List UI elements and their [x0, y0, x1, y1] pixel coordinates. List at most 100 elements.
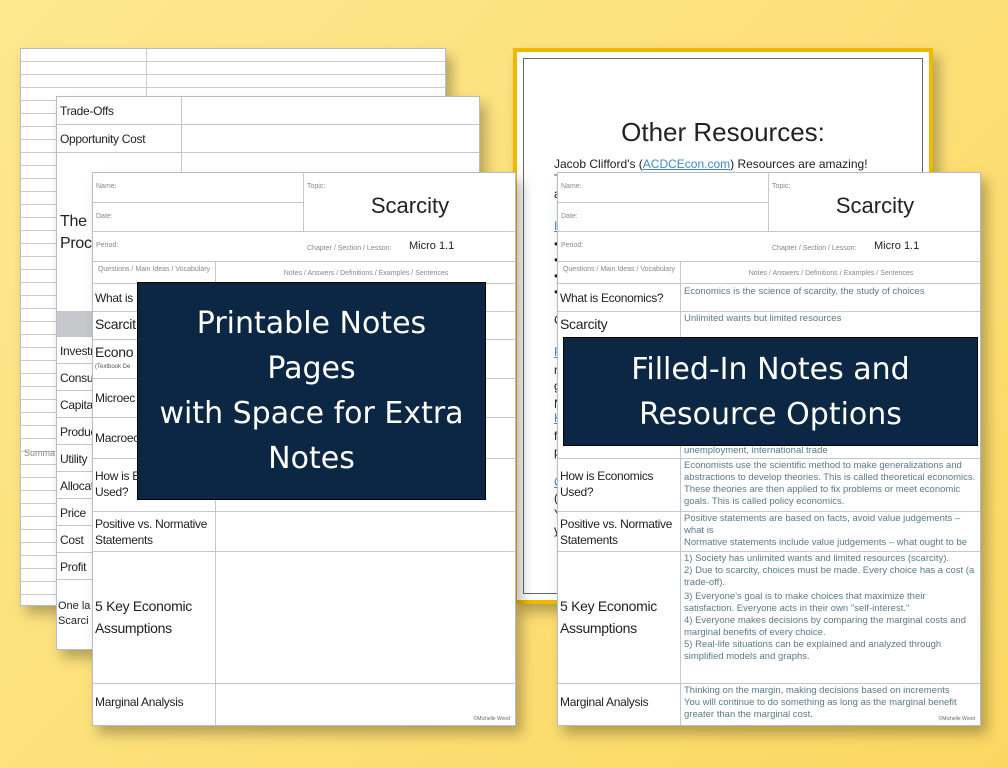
copyright: ©Michelle Wood: [473, 716, 510, 722]
row-rule: [558, 283, 980, 284]
question-label: Scarcity: [560, 316, 608, 332]
row-rule: [93, 683, 515, 684]
answer-text: 5) Real-life situations can be explained…: [684, 639, 942, 662]
callout-line: Notes: [268, 441, 355, 476]
list-label: Produc: [60, 425, 97, 439]
callout-line: with Space for Extra: [159, 396, 464, 431]
header-rule: [558, 231, 980, 232]
notes-header: Name: Date: Period: Topic: Scarcity Chap…: [93, 173, 515, 262]
row-label: Trade-Offs: [60, 104, 114, 118]
question-note: (Textbook De: [95, 364, 131, 370]
answer-text: Economists use the scientific method to …: [684, 460, 976, 507]
questions-column-header: Questions / Main Ideas / Vocabulary: [97, 266, 211, 273]
name-label: Name:: [561, 183, 582, 190]
notes-column-header: Notes / Answers / Definitions / Examples…: [283, 270, 449, 277]
header-rule: [93, 231, 515, 232]
callout-line: Resource Options: [639, 396, 902, 432]
question-label: Statements: [560, 533, 618, 547]
question-label: Microec: [95, 391, 135, 405]
header-rule: [558, 202, 768, 203]
date-label: Date:: [96, 213, 113, 220]
callout-text: Printable Notes Pages with Space for Ext…: [159, 301, 463, 481]
topic-label: Topic:: [772, 183, 791, 190]
list-label: Price: [60, 506, 86, 520]
question-label: Assumptions: [560, 620, 637, 636]
callout-line: Pages: [267, 351, 356, 386]
question-label: Positive vs. Normative: [560, 517, 673, 531]
answer-text: You will continue to do something as lon…: [684, 697, 957, 720]
line1-prefix: Jacob Clifford's (: [554, 157, 643, 171]
question-label: 5 Key Economic: [560, 598, 657, 614]
answer-text: 4) Everyone makes decisions by comparing…: [684, 615, 966, 638]
list-label: Cost: [60, 533, 84, 547]
list-label: Investr: [60, 344, 94, 358]
question-label: 5 Key Economic: [95, 598, 192, 614]
answer-text: Economics is the science of scarcity, th…: [684, 286, 925, 297]
notes-column-header: Notes / Answers / Definitions / Examples…: [748, 270, 914, 277]
row-rule: [93, 511, 515, 512]
copyright: ©Michelle Wood: [938, 716, 975, 722]
big-text-2: Proc: [60, 235, 92, 252]
answer-text: Normative statements include value judge…: [684, 537, 968, 548]
answer-text: 1) Society has unlimited wants and limit…: [684, 553, 950, 564]
question-text: Econo: [95, 344, 134, 360]
filled-notes-sheet: Name: Date: Period: Topic: Scarcity Chap…: [557, 172, 981, 726]
question-label: Assumptions: [95, 620, 172, 636]
question-label: Macroec: [95, 431, 139, 445]
list-label: Allocat: [60, 479, 94, 493]
question-label: How is E: [95, 469, 140, 483]
topic-label: Topic:: [307, 183, 326, 190]
name-label: Name:: [96, 183, 117, 190]
printable-notes-callout: Printable Notes Pages with Space for Ext…: [137, 282, 486, 500]
big-text-1: The: [60, 213, 87, 230]
resources-title: Other Resources:: [621, 117, 825, 147]
resources-line-1: Jacob Clifford's (ACDCEcon.com) Resource…: [554, 157, 868, 171]
question-label: Used?: [95, 485, 129, 499]
row-rule: [558, 511, 980, 512]
header-divider: [768, 173, 769, 231]
row-opportunity-cost: Opportunity Cost: [57, 125, 479, 153]
header-divider: [303, 173, 304, 231]
row-rule: [558, 311, 980, 312]
question-label: Marginal Analysis: [95, 695, 184, 709]
answer-text: Positive statements are based on facts, …: [684, 513, 961, 536]
question-label: How is Economics: [560, 469, 654, 483]
topic-value: Scarcity: [835, 193, 915, 218]
notes-header: Name: Date: Period: Topic: Scarcity Chap…: [558, 173, 980, 262]
callout-line: Filled-In Notes and: [631, 351, 910, 387]
question-label: Econo (Textbook De: [95, 344, 134, 375]
filled-notes-callout: Filled-In Notes and Resource Options: [563, 337, 978, 446]
list-label: Capital: [60, 398, 96, 412]
back-sheet-scarci-label: Scarci: [58, 615, 89, 627]
back-sheet-one-label: One la: [58, 600, 91, 612]
row-rule: [93, 551, 515, 552]
question-label: Marginal Analysis: [560, 695, 649, 709]
period-label: Period:: [561, 242, 584, 249]
question-label: Positive vs. Normative: [95, 517, 208, 531]
column-divider: [680, 261, 681, 725]
back-sheet-summary-label: Summa: [24, 448, 56, 458]
questions-column-header: Questions / Main Ideas / Vocabulary: [562, 266, 676, 273]
acdcecon-link[interactable]: ACDCEcon.com: [643, 157, 730, 171]
list-label: Utility: [60, 452, 88, 466]
date-label: Date:: [561, 213, 578, 220]
question-label: What is Economics?: [560, 291, 664, 305]
callout-text: Filled-In Notes and Resource Options: [631, 347, 909, 437]
row-rule: [558, 458, 980, 459]
row-rule: [558, 551, 980, 552]
answer-text: Unlimited wants but limited resources: [684, 313, 842, 324]
period-label: Period:: [96, 242, 119, 249]
row-trade-offs: Trade-Offs: [57, 97, 479, 125]
chapter-value: Micro 1.1: [874, 240, 920, 252]
question-label: Scarcit: [95, 316, 136, 332]
answer-text: Thinking on the margin, making decisions…: [684, 685, 950, 696]
row-label: Opportunity Cost: [60, 132, 146, 146]
list-label: Consu: [60, 371, 94, 385]
topic-value: Scarcity: [370, 193, 450, 218]
header-rule: [93, 202, 303, 203]
answer-text: 2) Due to scarcity, choices must be made…: [684, 565, 975, 588]
line1-suffix: ) Resources are amazing!: [730, 157, 868, 171]
chapter-label: Chapter / Section / Lesson:: [772, 245, 857, 252]
answer-text: 3) Everyone's goal is to make choices th…: [684, 591, 926, 614]
chapter-value: Micro 1.1: [409, 240, 455, 252]
